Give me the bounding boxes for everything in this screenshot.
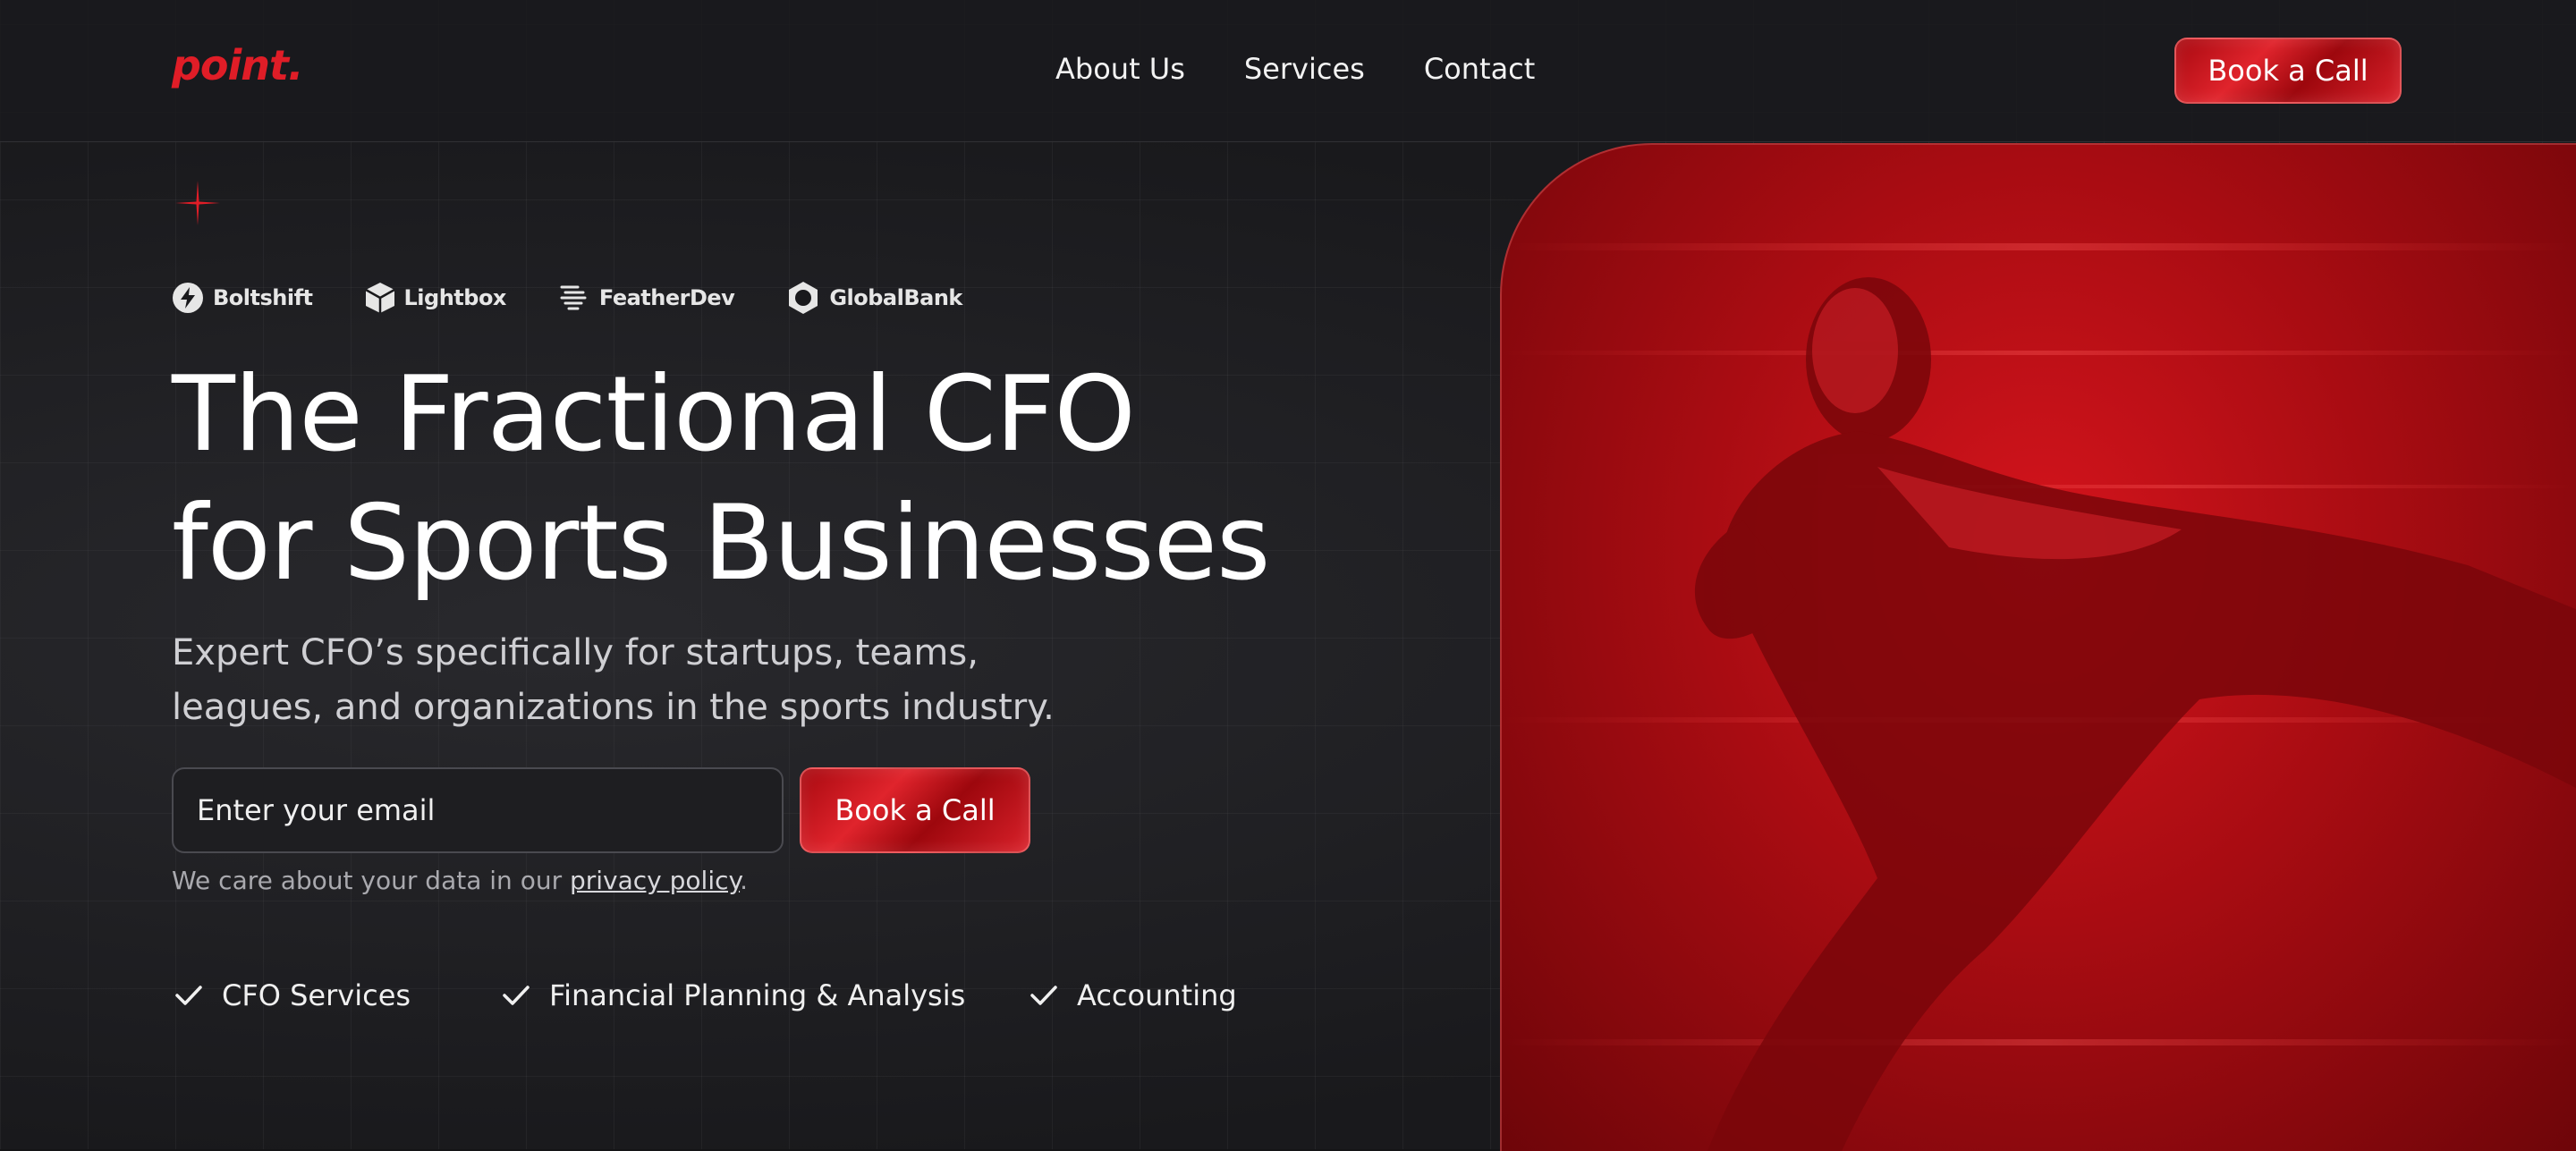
- feature-item: Accounting: [1027, 978, 1237, 1012]
- hero-headline: The Fractional CFO for Sports Businesses: [172, 351, 1424, 608]
- bolt-icon: [173, 283, 203, 313]
- cube-icon: [364, 283, 395, 313]
- hero-subheading: Expert CFO’s specifically for startups, …: [172, 626, 1156, 735]
- hero-book-call-button[interactable]: Book a Call: [800, 767, 1030, 853]
- feature-item: Financial Planning & Analysis: [499, 978, 1027, 1012]
- privacy-policy-link[interactable]: privacy policy: [570, 866, 740, 895]
- hexagon-ring-icon: [789, 282, 818, 314]
- feature-label: Accounting: [1077, 978, 1237, 1012]
- feature-label: CFO Services: [222, 978, 411, 1012]
- check-icon: [175, 986, 202, 1005]
- check-icon: [1030, 986, 1057, 1005]
- site-header: point. About Us Services Contact Book a …: [0, 0, 2576, 142]
- sparkle-icon: [175, 181, 220, 225]
- partner-name: FeatherDev: [598, 285, 735, 310]
- athlete-silhouette: [1502, 243, 2576, 1151]
- partner-name: Lightbox: [403, 285, 507, 310]
- partner-lightbox: Lightbox: [364, 282, 507, 314]
- nav-contact[interactable]: Contact: [1424, 52, 1536, 86]
- subhead-line-2: leagues, and organizations in the sports…: [172, 687, 1055, 728]
- partner-logos: Boltshift Lightbox FeatherDev GlobalBank: [172, 281, 962, 315]
- partner-featherdev: FeatherDev: [558, 282, 735, 314]
- privacy-text: We care about your data in our: [172, 866, 570, 895]
- partner-boltshift: Boltshift: [172, 282, 313, 314]
- feather-icon: [560, 285, 587, 310]
- nav-about-us[interactable]: About Us: [1055, 52, 1185, 86]
- nav-services[interactable]: Services: [1244, 52, 1365, 86]
- partner-name: GlobalBank: [829, 285, 962, 310]
- brand-logo[interactable]: point.: [172, 41, 304, 89]
- feature-list: CFO Services Financial Planning & Analys…: [172, 978, 1237, 1012]
- feature-item: CFO Services: [172, 978, 499, 1012]
- partner-name: Boltshift: [213, 285, 313, 310]
- partner-globalbank: GlobalBank: [786, 281, 962, 315]
- headline-line-1: The Fractional CFO: [172, 354, 1136, 475]
- check-icon: [503, 986, 530, 1005]
- headline-line-2: for Sports Businesses: [172, 483, 1270, 604]
- privacy-suffix: .: [740, 866, 748, 895]
- main-nav: About Us Services Contact: [1055, 52, 1535, 86]
- email-input[interactable]: [172, 767, 784, 853]
- privacy-note: We care about your data in our privacy p…: [172, 866, 748, 895]
- feature-label: Financial Planning & Analysis: [549, 978, 966, 1012]
- subhead-line-1: Expert CFO’s specifically for startups, …: [172, 632, 979, 673]
- header-book-call-button[interactable]: Book a Call: [2174, 38, 2402, 104]
- hero-athlete-image: [1500, 143, 2576, 1151]
